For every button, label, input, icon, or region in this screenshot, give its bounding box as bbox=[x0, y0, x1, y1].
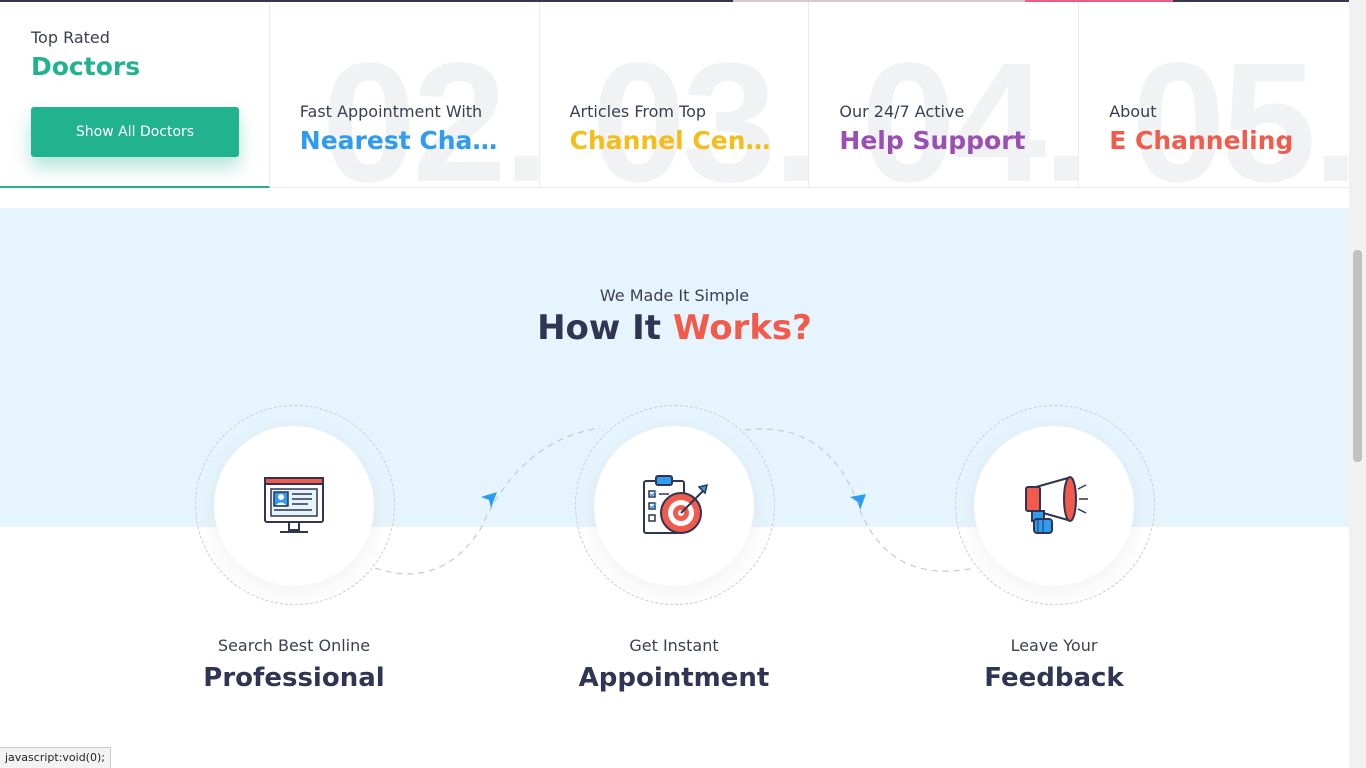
feature-small-text: Top Rated bbox=[31, 28, 110, 47]
step-line1: Search Best Online bbox=[217, 636, 371, 655]
step-circle bbox=[594, 426, 754, 586]
page: Top Rated Doctors Show All Doctors 02. F… bbox=[0, 0, 1349, 768]
step-search-text: Search Best Online Professional bbox=[144, 636, 444, 693]
step-circle bbox=[974, 426, 1134, 586]
megaphone-icon bbox=[1025, 476, 1088, 534]
feature-card-articles[interactable]: 03. Articles From Top Channel Cent... bbox=[540, 2, 810, 188]
feature-card-top-rated-doctors[interactable]: Top Rated Doctors Show All Doctors bbox=[0, 2, 270, 188]
step-line2: Feedback bbox=[984, 663, 1124, 693]
feature-small-text: Articles From Top bbox=[569, 102, 707, 121]
vertical-scrollbar[interactable] bbox=[1349, 0, 1366, 768]
feature-number: 05. bbox=[1131, 28, 1349, 188]
section-subtitle: We Made It Simple bbox=[599, 286, 750, 305]
step-feedback-text: Leave Your Feedback bbox=[904, 636, 1204, 693]
step-search bbox=[195, 405, 395, 605]
computer-profile-icon bbox=[264, 477, 324, 533]
feature-big-text: Channel Cent... bbox=[569, 126, 780, 155]
feature-small-text: About bbox=[1109, 102, 1157, 121]
step-feedback bbox=[955, 405, 1155, 605]
feature-big-text: Nearest Chan... bbox=[299, 126, 510, 155]
feature-card-about[interactable]: 05. About E Channeling bbox=[1079, 2, 1349, 188]
browser-status-bar: javascript:void(0); bbox=[0, 747, 111, 768]
step-line1: Leave Your bbox=[1010, 636, 1098, 655]
feature-card-help-support[interactable]: 04. Our 24/7 Active Help Support bbox=[809, 2, 1080, 188]
section-title-main: How It bbox=[537, 308, 662, 348]
feature-card-appointment[interactable]: 02. Fast Appointment With Nearest Chan..… bbox=[270, 2, 540, 188]
feature-small-text: Fast Appointment With bbox=[299, 102, 483, 121]
step-line2: Appointment bbox=[578, 663, 770, 693]
scrollbar-thumb[interactable] bbox=[1353, 250, 1362, 462]
target-clipboard-icon bbox=[643, 475, 709, 534]
feature-big-text: Help Support bbox=[839, 126, 1026, 155]
section-title: How It Works? bbox=[0, 308, 1349, 348]
step-line2: Professional bbox=[203, 663, 385, 693]
show-all-doctors-button[interactable]: Show All Doctors bbox=[31, 107, 239, 157]
step-appointment bbox=[575, 405, 775, 605]
feature-row: Top Rated Doctors Show All Doctors 02. F… bbox=[0, 2, 1349, 188]
feature-big-text: E Channeling bbox=[1109, 126, 1294, 155]
step-line1: Get Instant bbox=[629, 636, 719, 655]
feature-small-text: Our 24/7 Active bbox=[839, 102, 965, 121]
feature-big-text: Doctors bbox=[31, 52, 141, 81]
section-title-accent: Works? bbox=[672, 308, 812, 348]
step-circle bbox=[214, 426, 374, 586]
step-appointment-text: Get Instant Appointment bbox=[524, 636, 824, 693]
